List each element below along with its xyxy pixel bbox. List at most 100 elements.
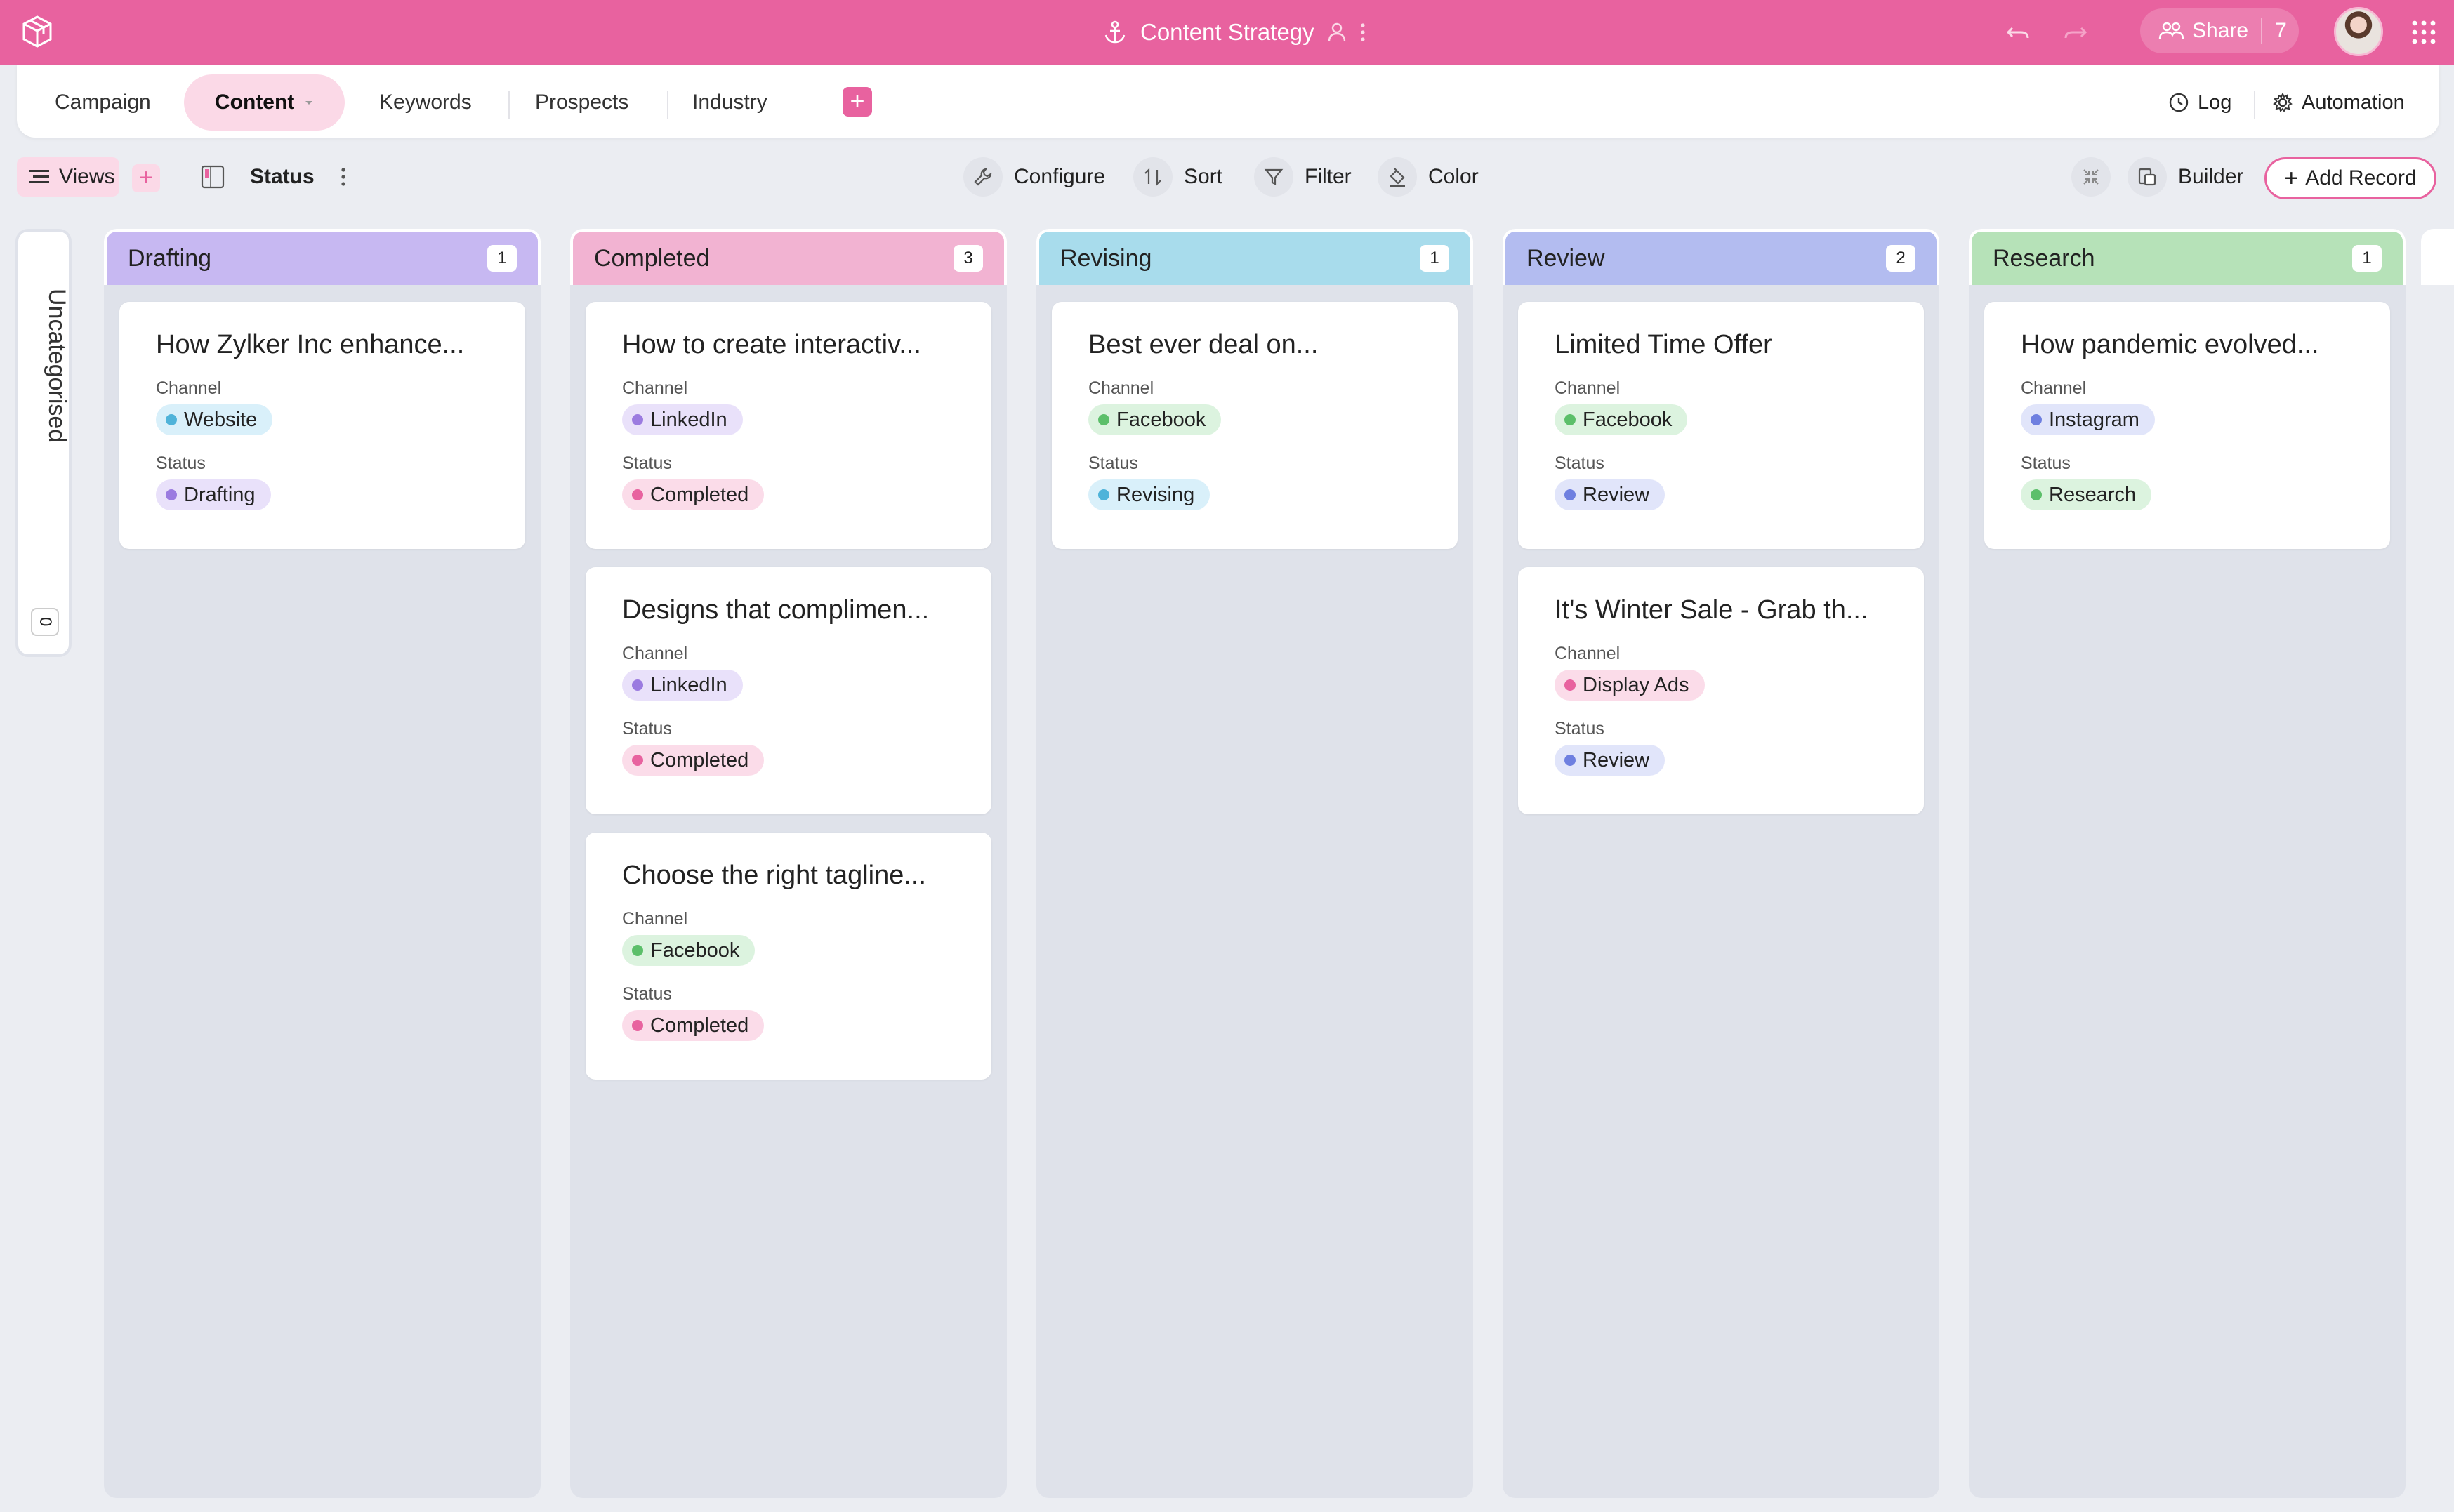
status-label: Status [622, 719, 672, 738]
status-dot-icon [1098, 414, 1109, 425]
column-title: Completed [594, 244, 710, 272]
color-button[interactable]: Color [1378, 156, 1479, 198]
more-vertical-icon[interactable] [340, 166, 347, 187]
undo-icon[interactable] [2004, 18, 2032, 46]
gear-icon [2273, 92, 2293, 112]
column-count-badge: 1 [2352, 245, 2382, 272]
status-value: Drafting [184, 483, 256, 506]
log-button[interactable]: Log [2168, 74, 2231, 131]
status-value: Review [1583, 748, 1650, 771]
record-card[interactable]: Best ever deal on... Channel Facebook Statu… [1052, 302, 1458, 549]
more-vertical-icon[interactable] [1359, 22, 1366, 43]
automation-button[interactable]: Automation [2272, 74, 2405, 131]
column-title: Research [1993, 244, 2095, 272]
tab-divider [508, 91, 510, 119]
color-label: Color [1428, 165, 1479, 188]
builder-button[interactable]: Builder [2128, 156, 2243, 198]
module-tabs-bar: Campaign Content Keywords Prospects Indu… [17, 65, 2439, 138]
record-card[interactable]: How to create interactiv... Channel Linked… [586, 302, 991, 549]
channel-value: LinkedIn [650, 408, 727, 431]
automation-label: Automation [2302, 91, 2405, 114]
view-selector[interactable]: Status [201, 156, 347, 198]
status-label: Status [1088, 453, 1138, 473]
column-title: Drafting [128, 244, 212, 272]
status-dot-icon [1564, 414, 1576, 425]
app-title-area: Content Strategy [1102, 0, 1366, 65]
record-card[interactable]: How Zylker Inc enhance... Channel Website S… [119, 302, 525, 549]
record-card[interactable]: Designs that complimen... Channel LinkedIn… [586, 567, 991, 814]
add-tab-button[interactable]: + [843, 87, 872, 117]
status-label: Status [622, 453, 672, 473]
sort-button[interactable]: Sort [1133, 156, 1222, 198]
redo-icon[interactable] [2062, 18, 2090, 46]
app-title[interactable]: Content Strategy [1140, 19, 1314, 46]
collapse-button[interactable] [2071, 156, 2111, 198]
app-logo-icon[interactable] [18, 13, 56, 51]
status-value: Completed [650, 483, 749, 506]
add-record-button[interactable]: + Add Record [2264, 157, 2436, 199]
status-dot-icon [1564, 755, 1576, 766]
column-count-badge: 1 [487, 245, 517, 272]
channel-label: Channel [622, 644, 688, 663]
tab-content[interactable]: Content [184, 74, 345, 131]
status-label: Status [622, 984, 672, 1004]
status-tag: Completed [622, 1010, 765, 1041]
status-value: Completed [650, 748, 749, 771]
status-value: Review [1583, 483, 1650, 506]
card-title: How Zylker Inc enhance... [156, 330, 465, 359]
avatar[interactable] [2334, 7, 2383, 56]
status-dot-icon [1098, 489, 1109, 500]
channel-label: Channel [1555, 644, 1621, 663]
channel-label: Channel [156, 378, 222, 398]
uncategorised-column[interactable]: Uncategorised 0 [15, 229, 72, 657]
share-divider [2261, 18, 2263, 44]
wrench-icon [963, 157, 1003, 197]
tab-industry[interactable]: Industry [692, 74, 767, 131]
kanban-icon [201, 165, 225, 189]
channel-tag: Website [156, 404, 273, 435]
column-header[interactable]: Review 2 [1503, 229, 1939, 285]
column-header[interactable]: Completed 3 [570, 229, 1007, 285]
view-name: Status [250, 165, 315, 188]
status-label: Status [1555, 719, 1604, 738]
uncategorised-count: 0 [31, 608, 59, 636]
status-tag: Drafting [156, 479, 271, 510]
record-card[interactable]: Limited Time Offer Channel Facebook Status R… [1518, 302, 1924, 549]
column-header[interactable]: Drafting 1 [104, 229, 541, 285]
add-view-button[interactable]: + [132, 164, 160, 192]
configure-button[interactable]: Configure [963, 156, 1105, 198]
channel-value: Display Ads [1583, 673, 1689, 696]
status-value: Revising [1116, 483, 1195, 506]
status-tag: Review [1555, 745, 1665, 776]
tab-prospects[interactable]: Prospects [535, 74, 628, 131]
status-label: Status [1555, 453, 1604, 473]
card-title: Designs that complimen... [622, 595, 930, 625]
clock-icon [2169, 93, 2189, 112]
status-tag: Review [1555, 479, 1665, 510]
tab-divider [667, 91, 668, 119]
apps-grid-icon[interactable] [2411, 20, 2436, 45]
channel-value: Facebook [1583, 408, 1673, 431]
share-count: 7 [2275, 19, 2287, 42]
tab-keywords[interactable]: Keywords [379, 74, 472, 131]
column-header[interactable]: Revising 1 [1036, 229, 1473, 285]
status-tag: Research [2021, 479, 2152, 510]
channel-tag: Facebook [622, 935, 756, 966]
user-icon[interactable] [1327, 22, 1347, 43]
tab-campaign[interactable]: Campaign [55, 74, 151, 131]
next-column-peek[interactable] [2421, 229, 2454, 285]
chevron-down-icon [305, 101, 313, 105]
channel-tag: Facebook [1088, 404, 1222, 435]
record-card[interactable]: It's Winter Sale - Grab th... Channel Disp… [1518, 567, 1924, 814]
views-button[interactable]: Views [17, 157, 119, 197]
record-card[interactable]: Choose the right tagline... Channel Facebo… [586, 833, 991, 1080]
column-header[interactable]: Research 1 [1969, 229, 2406, 285]
record-card[interactable]: How pandemic evolved... Channel Instagram S… [1984, 302, 2390, 549]
share-button[interactable]: Share 7 [2140, 8, 2299, 53]
filter-button[interactable]: Filter [1254, 156, 1352, 198]
status-dot-icon [632, 945, 643, 956]
status-dot-icon [632, 414, 643, 425]
status-dot-icon [1564, 679, 1576, 691]
configure-label: Configure [1014, 165, 1106, 188]
status-dot-icon [632, 1020, 643, 1031]
